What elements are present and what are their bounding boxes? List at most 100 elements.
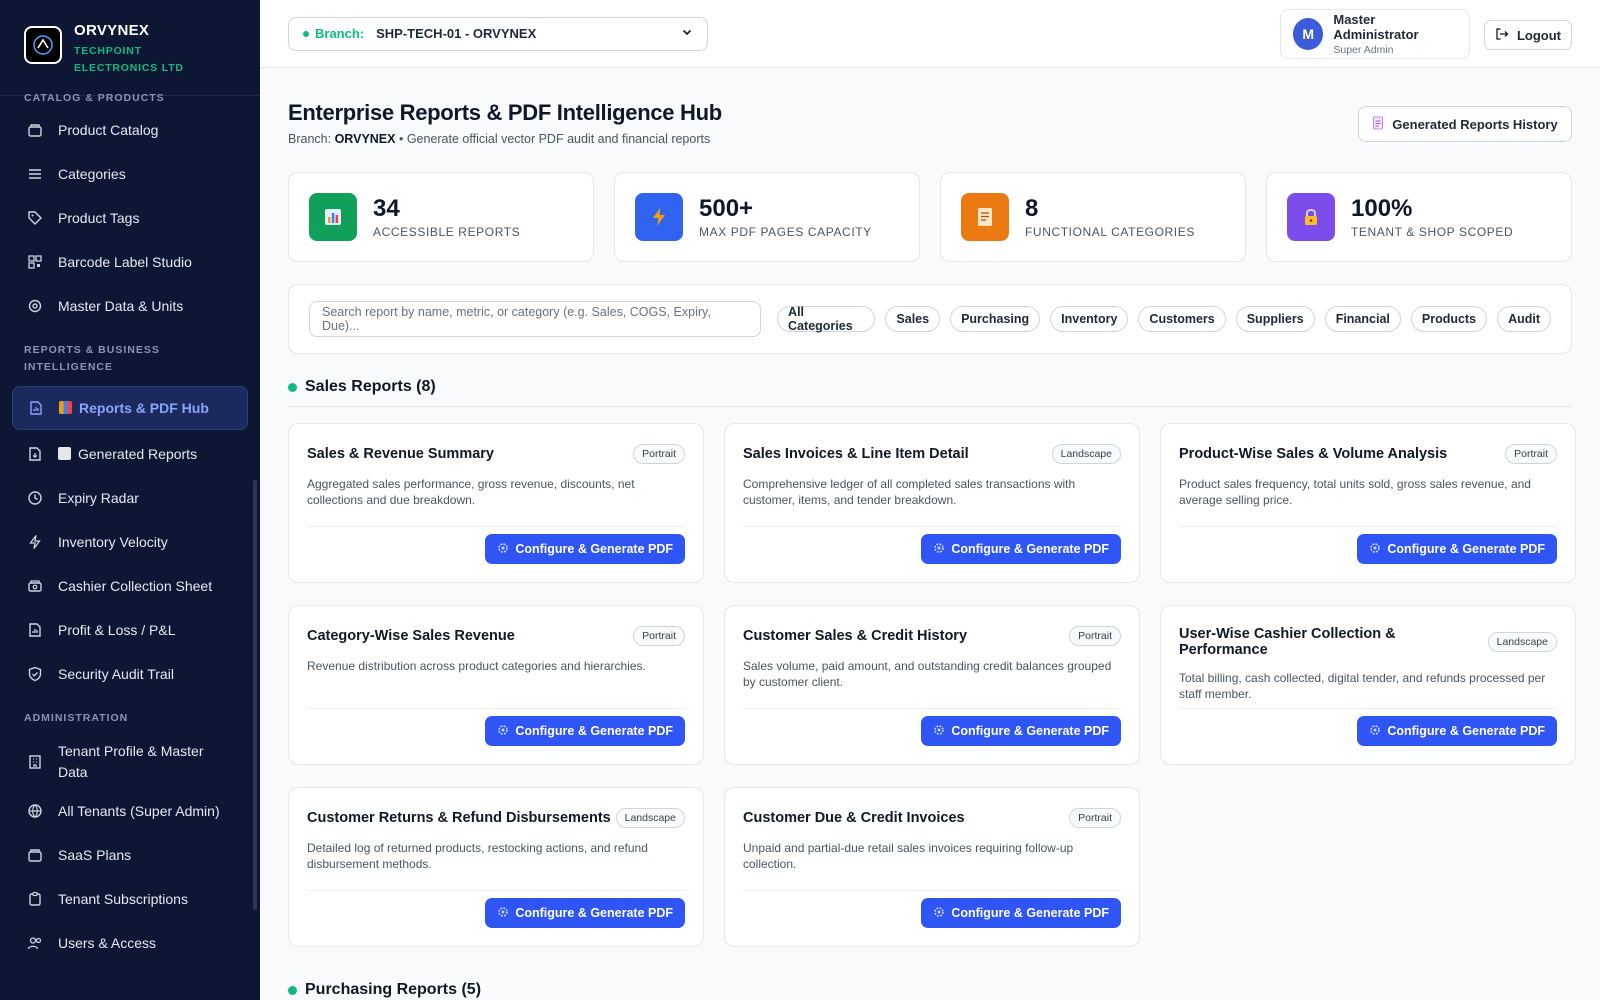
sidebar-item-tenant-profile[interactable]: Tenant Profile & Master Data (12, 735, 248, 789)
brand[interactable]: ORVYNEX TECHPOINT ELECTRONICS LTD (0, 0, 260, 96)
document-chart-icon (26, 621, 44, 639)
sidebar-item-label: Cashier Collection Sheet (58, 577, 213, 594)
lightning-icon (635, 193, 683, 241)
generate-pdf-button[interactable]: Configure & Generate PDF (1357, 716, 1557, 746)
sidebar-item-all-tenants[interactable]: All Tenants (Super Admin) (12, 789, 248, 833)
branch-selector[interactable]: Branch: SHP-TECH-01 - ORVYNEX (288, 16, 708, 51)
sidebar-item-users[interactable]: Users & Access (12, 921, 248, 965)
filter-chip-sales[interactable]: Sales (885, 306, 941, 332)
filter-chip-audit[interactable]: Audit (1497, 306, 1551, 332)
generate-pdf-button[interactable]: Configure & Generate PDF (1357, 534, 1557, 564)
filter-bar: Search report by name, metric, or catego… (288, 284, 1572, 354)
filter-chip-purchasing[interactable]: Purchasing (950, 306, 1041, 332)
generate-label: Configure & Generate PDF (515, 724, 673, 738)
sidebar-item-label: Generated Reports (78, 445, 198, 462)
report-title: Customer Due & Credit Invoices (743, 810, 965, 826)
sidebar-scrollbar[interactable] (253, 480, 257, 910)
gear-icon (933, 542, 945, 557)
generate-pdf-button[interactable]: Configure & Generate PDF (485, 716, 685, 746)
filter-chip-suppliers[interactable]: Suppliers (1235, 306, 1315, 332)
filter-chip-all-categories[interactable]: All Categories (777, 305, 876, 333)
generate-pdf-button[interactable]: Configure & Generate PDF (921, 534, 1121, 564)
nav-section-reports: REPORTS & BUSINESS INTELLIGENCE (24, 344, 160, 373)
orientation-badge: Portrait (633, 444, 685, 464)
sidebar-item-label: Barcode Label Studio (58, 253, 192, 270)
divider (743, 708, 1121, 709)
sidebar-item-cashier[interactable]: Cashier Collection Sheet (12, 564, 248, 608)
sidebar-item-master-data[interactable]: Master Data & Units (12, 284, 248, 328)
sidebar-item-label: Users & Access (58, 934, 157, 951)
generated-reports-history-button[interactable]: Generated Reports History (1358, 106, 1572, 142)
sidebar-item-pnl[interactable]: Profit & Loss / P&L (12, 608, 248, 652)
shield-icon (26, 665, 44, 683)
report-description: Comprehensive ledger of all completed sa… (743, 477, 1076, 507)
orientation-badge: Landscape (1487, 632, 1557, 652)
document-chart-icon (27, 399, 45, 417)
generate-pdf-button[interactable]: Configure & Generate PDF (485, 898, 685, 928)
user-menu[interactable]: M Master Administrator Super Admin (1280, 9, 1470, 59)
nav-section-admin: ADMINISTRATION (24, 712, 129, 724)
branch-value: SHP-TECH-01 - ORVYNEX (376, 26, 537, 41)
filter-chip-financial[interactable]: Financial (1324, 306, 1401, 332)
sidebar-item-velocity[interactable]: Inventory Velocity (12, 520, 248, 564)
filter-chip-products[interactable]: Products (1410, 306, 1488, 332)
divider (1179, 708, 1557, 709)
section-dot-icon (288, 382, 297, 392)
section-title: Sales Reports (8) (305, 378, 436, 395)
stat-card: 8 FUNCTIONAL CATEGORIES (940, 172, 1246, 262)
divider (307, 708, 685, 709)
sidebar-item-barcode[interactable]: Barcode Label Studio (12, 240, 248, 284)
sidebar-item-label: Tenant Subscriptions (58, 890, 188, 907)
sidebar-item-saas[interactable]: SaaS Plans (12, 833, 248, 877)
stat-label: ACCESSIBLE REPORTS (373, 224, 521, 239)
generate-pdf-button[interactable]: Configure & Generate PDF (485, 534, 685, 564)
section-dot-icon (288, 985, 297, 995)
sidebar-item-subscriptions[interactable]: Tenant Subscriptions (12, 877, 248, 921)
sidebar-item-expiry[interactable]: Expiry Radar (12, 476, 248, 520)
divider (743, 890, 1121, 891)
report-title: Product-Wise Sales & Volume Analysis (1179, 446, 1448, 462)
subtitle-branch: ORVYNEX (334, 132, 396, 146)
report-description: Detailed log of returned products, resto… (307, 841, 648, 871)
section-purchasing-reports: Purchasing Reports (5) (288, 981, 1572, 1000)
orientation-badge: Landscape (615, 808, 685, 828)
stat-label: FUNCTIONAL CATEGORIES (1025, 224, 1195, 239)
sidebar-item-categories[interactable]: Categories (12, 152, 248, 196)
filter-chip-customers[interactable]: Customers (1138, 306, 1226, 332)
sidebar-item-product-tags[interactable]: Product Tags (12, 196, 248, 240)
orientation-badge: Portrait (1069, 808, 1121, 828)
sidebar-item-reports-hub[interactable]: Reports & PDF Hub (12, 386, 248, 430)
report-card: Customer Returns & Refund Disbursements L… (288, 787, 704, 947)
orientation-badge: Portrait (1505, 444, 1557, 464)
document-download-icon (26, 445, 44, 463)
report-card: Customer Sales & Credit History Portrait … (724, 605, 1140, 765)
sidebar-item-product-catalog[interactable]: Product Catalog (12, 108, 248, 152)
report-title: Sales & Revenue Summary (307, 446, 494, 462)
sidebar-item-audit[interactable]: Security Audit Trail (12, 652, 248, 696)
stat-value: 8 (1025, 194, 1039, 222)
report-card: User-Wise Cashier Collection & Performan… (1160, 605, 1576, 765)
stat-label: TENANT & SHOP SCOPED (1351, 224, 1514, 239)
sidebar-item-label: Tenant Profile & Master Data (58, 743, 204, 780)
generate-pdf-button[interactable]: Configure & Generate PDF (921, 716, 1121, 746)
generate-label: Configure & Generate PDF (1387, 542, 1545, 556)
gear-icon (1369, 724, 1381, 739)
search-input[interactable]: Search report by name, metric, or catego… (309, 301, 762, 337)
divider (743, 526, 1121, 527)
building-icon (26, 753, 44, 771)
sidebar-item-generated-reports[interactable]: Generated Reports (12, 432, 248, 476)
stat-value: 34 (373, 194, 400, 222)
subtitle-prefix: Branch: (288, 132, 332, 146)
logout-button[interactable]: Logout (1484, 20, 1572, 50)
sidebar-item-label: Expiry Radar (58, 489, 139, 506)
box-icon (26, 121, 44, 139)
sidebar-item-label: Profit & Loss / P&L (58, 621, 176, 638)
document-icon (1372, 116, 1384, 133)
generate-pdf-button[interactable]: Configure & Generate PDF (921, 898, 1121, 928)
avatar: M (1293, 18, 1324, 50)
document-icon (961, 193, 1009, 241)
qr-code-icon (26, 253, 44, 271)
filter-chip-inventory[interactable]: Inventory (1050, 306, 1129, 332)
gear-icon (26, 297, 44, 315)
bar-chart-icon (309, 193, 357, 241)
